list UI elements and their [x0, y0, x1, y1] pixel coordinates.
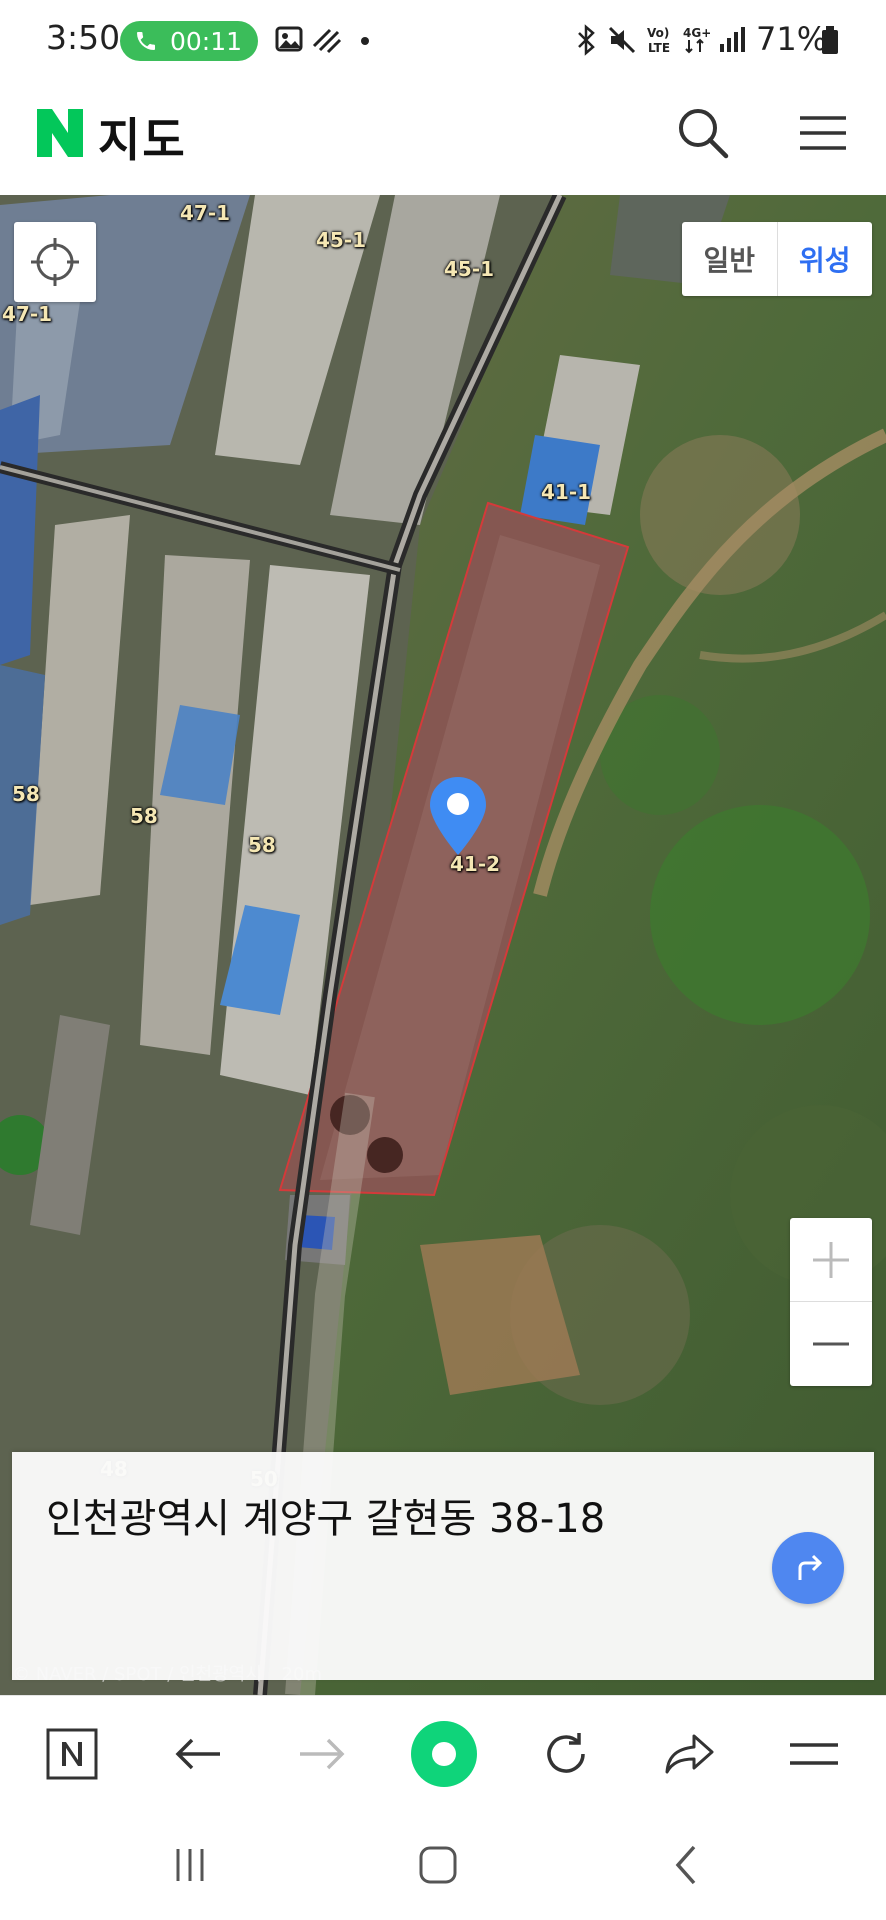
- phone-icon: [137, 32, 155, 50]
- dot-icon: [361, 37, 369, 45]
- lot-label: 58: [248, 833, 276, 857]
- menu-icon[interactable]: [798, 106, 848, 160]
- svg-text:4G+: 4G+: [683, 26, 710, 40]
- svg-text:LTE: LTE: [648, 41, 670, 55]
- home-button[interactable]: [408, 1838, 468, 1892]
- location-pin-icon[interactable]: [428, 775, 488, 857]
- plus-icon: [813, 1241, 849, 1278]
- map-type-satellite-button[interactable]: 위성: [778, 222, 873, 296]
- app-title[interactable]: 지도: [98, 104, 187, 170]
- call-timer: 00:11: [170, 26, 243, 56]
- crosshair-icon: [31, 238, 79, 286]
- system-nav-bar: [0, 1810, 886, 1920]
- back-button[interactable]: [168, 1724, 228, 1784]
- volte-icon: Vo)LTE: [647, 26, 670, 55]
- share-icon: [665, 1734, 714, 1774]
- search-icon[interactable]: [676, 106, 730, 160]
- minus-icon: [813, 1342, 849, 1346]
- recents-button[interactable]: [160, 1838, 220, 1892]
- system-back-button[interactable]: [656, 1838, 716, 1892]
- naver-home-icon: [46, 1728, 98, 1780]
- route-arrow-icon: [798, 1554, 823, 1580]
- status-bar: 3:50 00:11 Vo) LTE 4G+ 71%: [0, 0, 886, 82]
- image-icon: [275, 26, 303, 52]
- recents-icon: [176, 1849, 204, 1881]
- address-card[interactable]: 인천광역시 계양구 갈현동 38-18: [12, 1452, 874, 1680]
- lot-label: 58: [12, 782, 40, 806]
- browser-menu-button[interactable]: [784, 1724, 844, 1784]
- back-icon: [675, 1845, 696, 1885]
- bluetooth-icon: [578, 24, 595, 56]
- lot-label: 47-1: [2, 302, 53, 326]
- lot-label: 47-1: [180, 201, 231, 225]
- map-type-normal-button[interactable]: 일반: [682, 222, 778, 296]
- green-dot-button[interactable]: [410, 1720, 478, 1788]
- home-icon: [419, 1846, 457, 1884]
- share-button[interactable]: [660, 1724, 720, 1784]
- battery-icon: [822, 26, 838, 54]
- browser-menu-icon: [790, 1743, 838, 1765]
- call-pill[interactable]: 00:11: [120, 21, 258, 61]
- app-header: 지도: [0, 82, 886, 195]
- address-text: 인천광역시 계양구 갈현동 38-18: [46, 1496, 606, 1542]
- battery-percent: 71%: [756, 20, 828, 58]
- map-type-toggle: 일반 위성: [682, 222, 872, 296]
- naver-home-button[interactable]: [42, 1724, 102, 1784]
- forward-button[interactable]: [292, 1724, 352, 1784]
- svg-text:Vo): Vo): [647, 26, 669, 40]
- reload-button[interactable]: [536, 1724, 596, 1784]
- reload-icon: [547, 1733, 585, 1773]
- zoom-controls: [790, 1218, 872, 1386]
- mute-icon: [608, 26, 636, 54]
- signal-icon: [720, 27, 745, 52]
- lot-label: 45-1: [444, 257, 495, 281]
- green-dot-icon: [411, 1721, 477, 1787]
- directions-button[interactable]: [772, 1532, 844, 1604]
- zoom-out-button[interactable]: [790, 1302, 872, 1386]
- zoom-in-button[interactable]: [790, 1218, 872, 1302]
- stripes-icon: [312, 28, 342, 54]
- status-time: 3:50: [46, 18, 121, 57]
- lot-label: 58: [130, 804, 158, 828]
- naver-logo-icon[interactable]: [37, 109, 83, 157]
- lot-label: 45-1: [316, 228, 367, 252]
- browser-toolbar: [0, 1695, 886, 1810]
- forward-arrow-icon: [300, 1738, 345, 1770]
- lot-label: 41-1: [541, 480, 592, 504]
- back-arrow-icon: [175, 1738, 220, 1770]
- 4g-icon: 4G+: [683, 26, 710, 54]
- current-location-button[interactable]: [14, 222, 96, 302]
